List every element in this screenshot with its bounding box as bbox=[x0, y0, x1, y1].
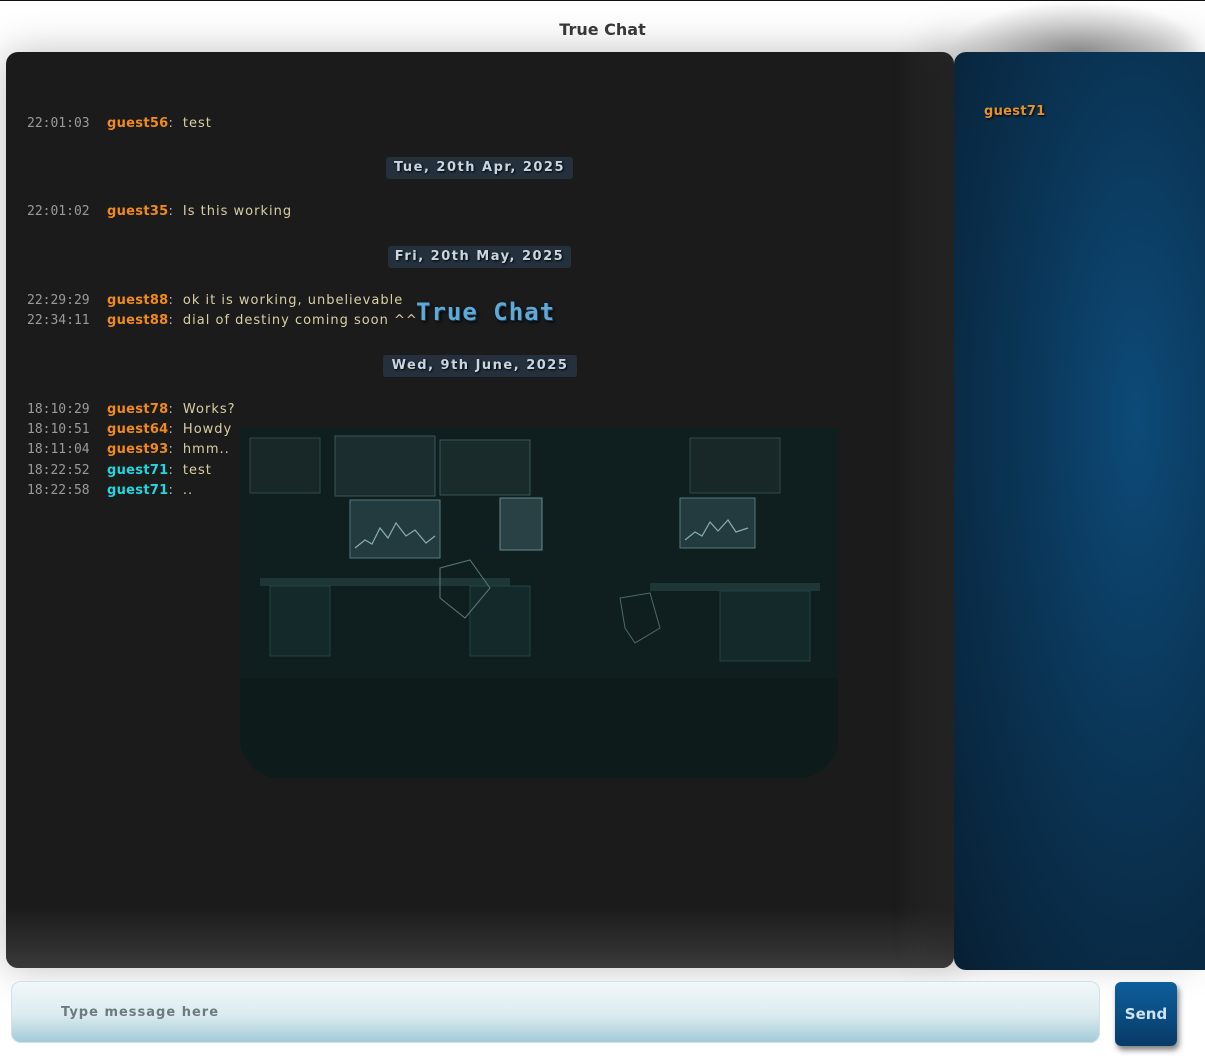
message-time: 22:01:03 bbox=[27, 116, 90, 131]
message-row: 18:22:52 guest71: test bbox=[27, 461, 212, 481]
watermark-logo: True Chat bbox=[416, 298, 556, 326]
message-row: 22:29:29 guest88: ok it is working, unbeli… bbox=[27, 291, 403, 311]
message-text: Is this working bbox=[182, 204, 293, 219]
message-separator: : bbox=[168, 483, 173, 498]
message-username[interactable]: guest88 bbox=[107, 313, 169, 328]
date-separator: Wed, 9th June, 2025 bbox=[383, 355, 577, 377]
message-input-container bbox=[11, 981, 1100, 1043]
message-username[interactable]: guest71 bbox=[107, 463, 169, 478]
message-separator: : bbox=[168, 402, 173, 417]
message-username[interactable]: guest35 bbox=[107, 204, 169, 219]
message-text: .. bbox=[182, 483, 194, 498]
message-time: 18:10:29 bbox=[27, 402, 90, 417]
message-username[interactable]: guest78 bbox=[107, 402, 169, 417]
send-button[interactable]: Send bbox=[1115, 982, 1177, 1046]
message-separator: : bbox=[168, 422, 173, 437]
message-separator: : bbox=[168, 313, 173, 328]
message-row: 22:34:11 guest88: dial of destiny coming s… bbox=[27, 311, 418, 331]
date-separator: Tue, 20th Apr, 2025 bbox=[386, 157, 573, 179]
message-username[interactable]: guest71 bbox=[107, 483, 169, 498]
message-separator: : bbox=[168, 116, 173, 131]
message-separator: : bbox=[168, 463, 173, 478]
message-time: 18:10:51 bbox=[27, 422, 90, 437]
message-username[interactable]: guest64 bbox=[107, 422, 169, 437]
message-text: Works? bbox=[182, 402, 236, 417]
message-row: 18:11:04 guest93: hmm.. bbox=[27, 440, 230, 460]
message-separator: : bbox=[168, 293, 173, 308]
message-username[interactable]: guest93 bbox=[107, 442, 169, 457]
online-users-panel: guest71 bbox=[954, 52, 1205, 970]
message-username[interactable]: guest56 bbox=[107, 116, 169, 131]
online-user-item[interactable]: guest71 bbox=[984, 104, 1046, 119]
message-time: 22:34:11 bbox=[27, 313, 90, 328]
message-text: hmm.. bbox=[182, 442, 230, 457]
message-row: 22:01:03 guest56: test bbox=[27, 114, 212, 134]
message-text: dial of destiny coming soon ^^ bbox=[182, 313, 418, 328]
background-trading-room-image bbox=[240, 428, 838, 778]
message-row: 18:22:58 guest71:.. bbox=[27, 481, 193, 501]
chat-messages-panel[interactable]: True Chat 22:01:03 guest56: test Tue, 20th… bbox=[6, 52, 954, 968]
message-time: 18:22:52 bbox=[27, 463, 90, 478]
message-username[interactable]: guest88 bbox=[107, 293, 169, 308]
message-time: 18:11:04 bbox=[27, 442, 90, 457]
message-text: test bbox=[182, 116, 212, 131]
message-separator: : bbox=[168, 204, 173, 219]
decorative-shadow bbox=[950, 0, 1205, 52]
message-text: test bbox=[182, 463, 212, 478]
message-row: 22:01:02 guest35: Is this working bbox=[27, 202, 292, 222]
message-time: 18:22:58 bbox=[27, 483, 90, 498]
message-text: ok it is working, unbelievable bbox=[182, 293, 404, 308]
message-input[interactable] bbox=[11, 981, 1100, 1043]
message-time: 22:29:29 bbox=[27, 293, 90, 308]
message-text: Howdy bbox=[182, 422, 233, 437]
message-time: 22:01:02 bbox=[27, 204, 90, 219]
message-separator: : bbox=[168, 442, 173, 457]
trading-room-illustration bbox=[240, 428, 838, 778]
message-row: 18:10:51 guest64: Howdy bbox=[27, 420, 232, 440]
message-row: 18:10:29 guest78: Works? bbox=[27, 400, 236, 420]
date-separator: Fri, 20th May, 2025 bbox=[388, 246, 571, 268]
